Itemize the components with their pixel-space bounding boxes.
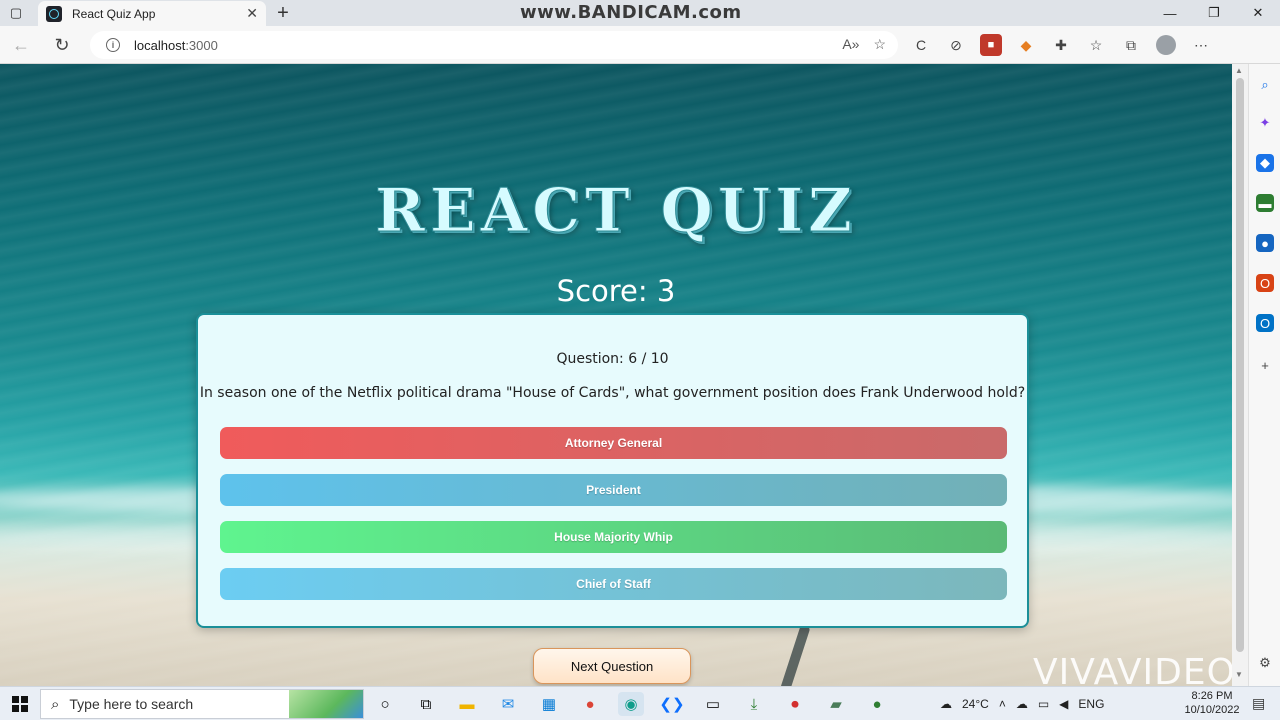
favorite-star-icon[interactable]: ☆ — [873, 36, 886, 53]
close-window-icon[interactable]: ✕ — [1236, 0, 1280, 26]
window-controls: — ❐ ✕ — [1148, 0, 1280, 26]
bandicam-watermark: www.BANDICAM.com — [520, 2, 742, 23]
extensions-puzzle-icon[interactable]: ✚ — [1050, 34, 1072, 56]
search-icon[interactable]: ⌕ — [1256, 76, 1274, 94]
taskbar-search[interactable]: ⌕ Type here to search — [40, 689, 364, 719]
taskbar-clock[interactable]: 8:26 PM 10/10/2022 — [1180, 689, 1244, 717]
notifications-icon[interactable]: ▤ — [1252, 695, 1265, 712]
back-arrow-icon[interactable]: ← — [10, 34, 32, 56]
file-explorer-icon[interactable]: ▬ — [454, 692, 480, 716]
metamask-fox-icon[interactable]: ◆ — [1015, 34, 1037, 56]
windows-start-icon[interactable] — [12, 696, 28, 712]
office-icon[interactable]: O — [1256, 274, 1274, 292]
scroll-up-icon[interactable]: ▲ — [1235, 66, 1243, 75]
volume-icon[interactable]: ◀ — [1059, 697, 1068, 711]
clock-date: 10/10/2022 — [1184, 704, 1240, 716]
mail-icon[interactable]: ✉ — [495, 692, 521, 716]
search-placeholder: Type here to search — [69, 696, 194, 712]
extension-c-icon[interactable]: C — [910, 34, 932, 56]
language-indicator[interactable]: ENG — [1078, 697, 1104, 711]
tab-actions-icon[interactable]: ▢ — [6, 4, 26, 22]
vivavideo-watermark: VIVAVIDEO — [1033, 652, 1232, 686]
site-info-icon[interactable]: i — [106, 38, 120, 52]
shopping-tag-icon[interactable]: ◆ — [1256, 154, 1274, 172]
clock-time: 8:26 PM — [1191, 690, 1233, 702]
answer-button[interactable]: President — [220, 474, 1007, 506]
edge-sidebar: ⌕ ✦ ◆ ▬ ● O O + ⚙ — [1248, 64, 1280, 686]
copilot-sparkle-icon[interactable]: ✦ — [1256, 114, 1274, 132]
answer-button[interactable]: House Majority Whip — [220, 521, 1007, 553]
tab-close-icon[interactable]: ✕ — [246, 5, 258, 22]
search-highlight-image — [289, 690, 363, 718]
tab-react-quiz-app[interactable]: React Quiz App ✕ — [38, 1, 266, 26]
taskbar-apps: ○ ⧉ ▬ ✉ ▦ ● ◉ ❮❯ ▭ ⤓ ⏺ ▰ ● — [372, 692, 890, 716]
question-number: Question: 6 / 10 — [556, 351, 669, 367]
quiz-title: REACT QUIZ — [375, 176, 857, 247]
url-text: localhost:3000 — [134, 38, 218, 53]
address-toolbar: ← ↻ i localhost:3000 A» ☆ C ⊘ ■ ◆ ✚ ☆ ⧉ … — [0, 26, 1280, 64]
question-text: In season one of the Netflix political d… — [199, 385, 1026, 401]
favorites-icon[interactable]: ☆ — [1085, 34, 1107, 56]
profile-avatar-icon[interactable] — [1155, 34, 1177, 56]
chrome-icon[interactable]: ● — [577, 692, 603, 716]
pin-icon[interactable]: ● — [864, 692, 890, 716]
refresh-icon[interactable]: ↻ — [51, 34, 73, 56]
url-port: :3000 — [185, 37, 218, 53]
new-tab-button[interactable]: + — [272, 2, 294, 24]
collections-icon[interactable]: ⧉ — [1120, 34, 1142, 56]
tray-overflow-icon[interactable]: ˄ — [999, 697, 1006, 711]
url-host: localhost — [134, 37, 186, 53]
recorder-icon[interactable]: ⏺ — [782, 692, 808, 716]
answer-button[interactable]: Attorney General — [220, 427, 1007, 459]
games-icon[interactable]: ● — [1256, 234, 1274, 252]
system-tray: ☁ 24°C ˄ ☁ ▭ ◀ ENG — [940, 687, 1104, 720]
tray-cloud-icon[interactable]: ☁ — [1016, 697, 1028, 711]
score-display: Score: 3 — [556, 274, 676, 308]
tab-strip: ▢ React Quiz App ✕ + www.BANDICAM.com — … — [0, 0, 1280, 26]
weather-temperature[interactable]: 24°C — [962, 697, 989, 711]
tools-briefcase-icon[interactable]: ▬ — [1256, 194, 1274, 212]
cortana-icon[interactable]: ○ — [372, 692, 398, 716]
answer-button[interactable]: Chief of Staff — [220, 568, 1007, 600]
terminal-icon[interactable]: ▭ — [700, 692, 726, 716]
extension-circle-icon[interactable]: ⊘ — [945, 34, 967, 56]
download-icon[interactable]: ⤓ — [741, 692, 767, 716]
scroll-down-icon[interactable]: ▼ — [1235, 670, 1243, 679]
extension-red-icon[interactable]: ■ — [980, 34, 1002, 56]
windows-taskbar: ⌕ Type here to search ○ ⧉ ▬ ✉ ▦ ● ◉ ❮❯ ▭… — [0, 686, 1280, 720]
quiz-page: REACT QUIZ Score: 3 Question: 6 / 10 In … — [0, 64, 1232, 686]
page-scrollbar[interactable]: ▲ ▼ — [1232, 64, 1248, 686]
search-icon: ⌕ — [51, 695, 60, 713]
task-view-icon[interactable]: ⧉ — [413, 692, 439, 716]
scroll-thumb[interactable] — [1236, 78, 1244, 652]
next-question-button[interactable]: Next Question — [533, 648, 691, 684]
settings-gear-icon[interactable]: ⚙ — [1256, 654, 1274, 672]
edge-icon[interactable]: ◉ — [618, 692, 644, 716]
more-menu-icon[interactable]: ⋯ — [1190, 34, 1212, 56]
weather-cloud-icon[interactable]: ☁ — [940, 697, 952, 711]
extension-icons: C ⊘ ■ ◆ ✚ ☆ ⧉ ⋯ — [910, 34, 1212, 56]
restore-icon[interactable]: ❐ — [1192, 0, 1236, 26]
address-bar[interactable]: i localhost:3000 A» ☆ — [90, 31, 898, 59]
url-actions: A» ☆ — [842, 36, 886, 53]
react-favicon-icon — [46, 5, 62, 22]
read-aloud-icon[interactable]: A» — [842, 36, 859, 53]
store-icon[interactable]: ▦ — [536, 692, 562, 716]
minimize-icon[interactable]: — — [1148, 0, 1192, 26]
tab-title: React Quiz App — [72, 6, 156, 21]
outlook-icon[interactable]: O — [1256, 314, 1274, 332]
question-card: Question: 6 / 10 In season one of the Ne… — [196, 313, 1029, 628]
notes-icon[interactable]: ▰ — [823, 692, 849, 716]
network-icon[interactable]: ▭ — [1038, 697, 1049, 711]
vscode-icon[interactable]: ❮❯ — [659, 692, 685, 716]
add-sidebar-icon[interactable]: + — [1256, 356, 1274, 374]
